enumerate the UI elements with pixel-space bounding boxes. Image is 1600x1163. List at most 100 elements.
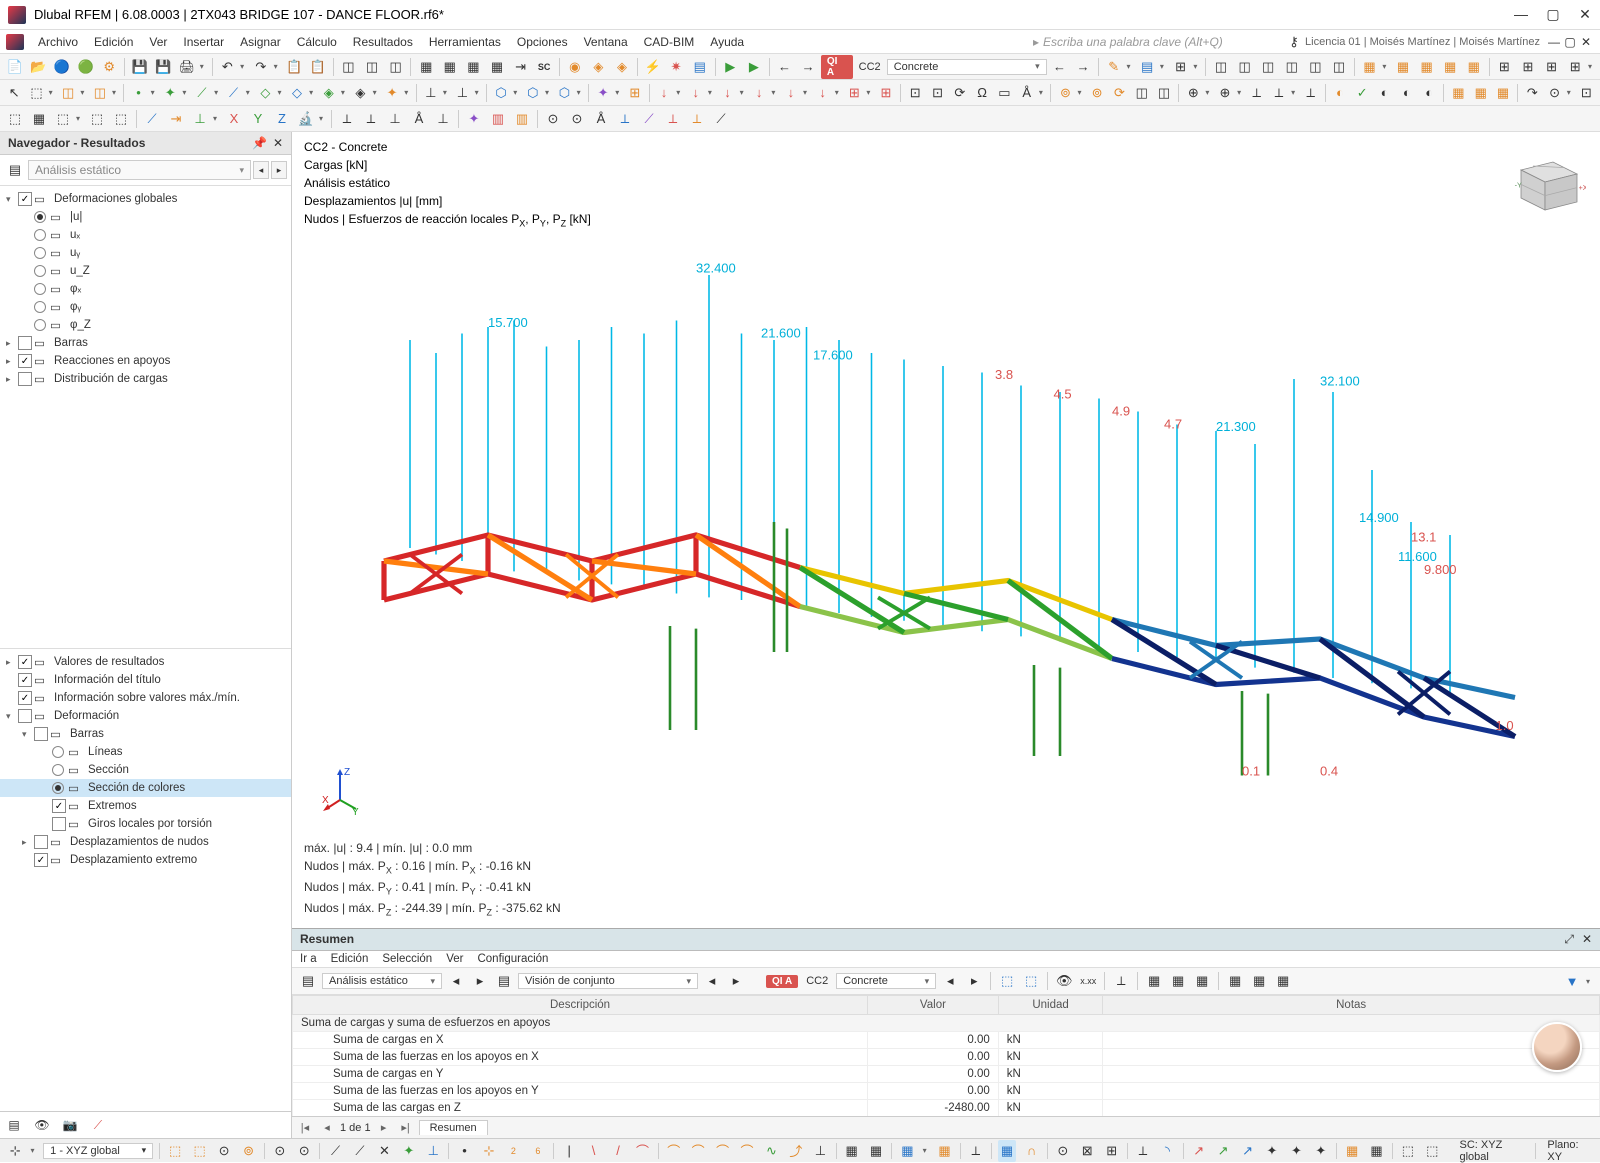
tb2-b-icon[interactable]: ⬚ bbox=[26, 82, 46, 104]
tb1-v-icon[interactable]: ◫ bbox=[1257, 56, 1279, 78]
menu-archivo[interactable]: Archivo bbox=[30, 35, 86, 49]
sb-m-icon[interactable]: ⊹ bbox=[480, 1140, 498, 1162]
tb3-i-icon[interactable]: ⟂ bbox=[336, 108, 358, 130]
tb1-zc-icon[interactable]: ⊞ bbox=[1541, 56, 1563, 78]
nav-filter-icon[interactable]: ▤ bbox=[4, 159, 26, 181]
tb1-next2-icon[interactable]: → bbox=[1072, 56, 1094, 78]
table-row[interactable]: Suma de las cargas en Z-2480.00kN bbox=[293, 1100, 1600, 1117]
tb3-w-icon[interactable]: ⟂ bbox=[686, 108, 708, 130]
tb2-zb-icon[interactable]: ⊞ bbox=[876, 82, 896, 104]
tb2-r-icon[interactable]: ⬡ bbox=[554, 82, 574, 104]
nav-bottom-4-icon[interactable]: ⟋ bbox=[88, 1116, 108, 1134]
tb2-q-icon[interactable]: ⬡ bbox=[523, 82, 543, 104]
tb2-zd-icon[interactable]: ⊡ bbox=[927, 82, 947, 104]
tb3-x-icon[interactable]: X bbox=[223, 108, 245, 130]
sb-b-icon[interactable]: ⬚ bbox=[190, 1140, 208, 1162]
tb1-c-icon[interactable]: ◫ bbox=[385, 56, 407, 78]
tree-item[interactable]: ▭uᵧ bbox=[0, 244, 291, 262]
menu-opciones[interactable]: Opciones bbox=[509, 35, 576, 49]
summary-menu-edicion[interactable]: Edición bbox=[331, 953, 369, 965]
tb2-zc-icon[interactable]: ⊡ bbox=[905, 82, 925, 104]
tb2-d-icon[interactable]: ◫ bbox=[90, 82, 110, 104]
settings-icon[interactable]: ⚙ bbox=[98, 56, 120, 78]
sb-za-icon[interactable]: ▦ bbox=[842, 1140, 860, 1162]
sum-next1-icon[interactable]: ▸ bbox=[470, 971, 490, 991]
sb-zh-icon[interactable]: ⊙ bbox=[1054, 1140, 1072, 1162]
menu-calculo[interactable]: Cálculo bbox=[289, 35, 345, 49]
sb-zu-icon[interactable]: ⬚ bbox=[1399, 1140, 1417, 1162]
tb3-o-icon[interactable]: ▥ bbox=[487, 108, 509, 130]
doc-close-button[interactable]: ✕ bbox=[1578, 35, 1594, 49]
tb1-p-icon[interactable]: ▶ bbox=[743, 56, 765, 78]
tb1-f-icon[interactable]: ▦ bbox=[463, 56, 485, 78]
tb2-z-icon[interactable]: ↓ bbox=[812, 82, 832, 104]
tb1-a-icon[interactable]: ◫ bbox=[338, 56, 360, 78]
sb-zk-icon[interactable]: ⟂ bbox=[1134, 1140, 1152, 1162]
tb2-zw-icon[interactable]: ◐ bbox=[1419, 82, 1439, 104]
tb2-zg-icon[interactable]: ▭ bbox=[994, 82, 1014, 104]
tb1-z3-icon[interactable]: ▦ bbox=[1439, 56, 1461, 78]
tb3-p-icon[interactable]: ▥ bbox=[511, 108, 533, 130]
nav-bottom-eye-icon[interactable]: 👁 bbox=[32, 1116, 52, 1134]
tb2-zm-icon[interactable]: ◫ bbox=[1154, 82, 1174, 104]
minimize-button[interactable]: — bbox=[1514, 6, 1528, 23]
tb2-i-icon[interactable]: ◇ bbox=[255, 82, 275, 104]
sum-t6-icon[interactable]: x.xx bbox=[1078, 971, 1098, 991]
tb1-next-icon[interactable]: → bbox=[797, 56, 819, 78]
summary-view-combo[interactable]: Visión de conjunto▾ bbox=[518, 973, 698, 989]
summary-menu-ira[interactable]: Ir a bbox=[300, 953, 317, 965]
tb3-l-icon[interactable]: Å bbox=[408, 108, 430, 130]
summary-menu-config[interactable]: Configuración bbox=[477, 953, 548, 965]
sb-u-icon[interactable]: ⌒ bbox=[689, 1140, 707, 1162]
tree-item[interactable]: ▭uₓ bbox=[0, 226, 291, 244]
sum-t13-icon[interactable]: ▦ bbox=[1273, 971, 1293, 991]
refresh-icon[interactable]: 🔵 bbox=[51, 56, 73, 78]
tb1-w-icon[interactable]: ◫ bbox=[1281, 56, 1303, 78]
tb2-w-icon[interactable]: ↓ bbox=[717, 82, 737, 104]
navigator-tree-top[interactable]: ▾▭Deformaciones globales▭|u|▭uₓ▭uᵧ▭u_Z▭φ… bbox=[0, 186, 291, 648]
tb3-v-icon[interactable]: ⟂ bbox=[662, 108, 684, 130]
doc-min-button[interactable]: — bbox=[1546, 35, 1562, 49]
tb3-j-icon[interactable]: ⟂ bbox=[360, 108, 382, 130]
sb-j-icon[interactable]: ✦ bbox=[400, 1140, 418, 1162]
menu-ventana[interactable]: Ventana bbox=[576, 35, 636, 49]
tb1-e-icon[interactable]: ▦ bbox=[439, 56, 461, 78]
tree-item[interactable]: ▭φₓ bbox=[0, 280, 291, 298]
tb2-k-icon[interactable]: ◈ bbox=[319, 82, 339, 104]
sum-page-prev-icon[interactable]: ◂ bbox=[318, 1121, 336, 1134]
license-icon[interactable]: ⚷ bbox=[1283, 31, 1305, 53]
navigator-close-icon[interactable]: ✕ bbox=[273, 136, 283, 150]
tb3-a-icon[interactable]: ⬚ bbox=[4, 108, 26, 130]
sum-t4-icon[interactable]: ⬚ bbox=[1021, 971, 1041, 991]
sum-t3-icon[interactable]: ⬚ bbox=[997, 971, 1017, 991]
sb-zo-icon[interactable]: ↗ bbox=[1238, 1140, 1256, 1162]
tb2-s-icon[interactable]: ✦ bbox=[593, 82, 613, 104]
sb-n-icon[interactable]: 2 bbox=[504, 1140, 522, 1162]
new-icon[interactable]: 📄 bbox=[4, 56, 26, 78]
viewport-3d[interactable]: CC2 - Concrete Cargas [kN] Análisis está… bbox=[292, 132, 1600, 928]
model-icon[interactable]: 🟢 bbox=[75, 56, 97, 78]
tb3-s-icon[interactable]: Å bbox=[590, 108, 612, 130]
menu-resultados[interactable]: Resultados bbox=[345, 35, 421, 49]
sb-zc-icon[interactable]: ▦ bbox=[898, 1140, 916, 1162]
navigator-analysis-combo[interactable]: Análisis estático▾ bbox=[28, 160, 251, 180]
tb2-t-icon[interactable]: ⊞ bbox=[625, 82, 645, 104]
sb-zg-icon[interactable]: ∩ bbox=[1022, 1140, 1040, 1162]
nav-prev-button[interactable]: ◂ bbox=[253, 161, 269, 179]
tb2-x-icon[interactable]: ↓ bbox=[749, 82, 769, 104]
tb2-za-icon[interactable]: ⊞ bbox=[844, 82, 864, 104]
tree-item[interactable]: ▭|u| bbox=[0, 208, 291, 226]
badge-qia[interactable]: QI A bbox=[821, 55, 853, 79]
tb2-zn-icon[interactable]: ⊕ bbox=[1183, 82, 1203, 104]
sb-zp-icon[interactable]: ✦ bbox=[1263, 1140, 1281, 1162]
tb2-zz-icon[interactable]: ▦ bbox=[1493, 82, 1513, 104]
tb3-k-icon[interactable]: ⊥ bbox=[384, 108, 406, 130]
navigator-tree-bottom[interactable]: ▸▭Valores de resultados▭Información del … bbox=[0, 648, 291, 1111]
sum-t11-icon[interactable]: ▦ bbox=[1225, 971, 1245, 991]
tb2-o-icon[interactable]: ⊥ bbox=[452, 82, 472, 104]
tree-item[interactable]: ▭Extremos bbox=[0, 797, 291, 815]
tb1-j-icon[interactable]: ◈ bbox=[588, 56, 610, 78]
tb3-z-icon[interactable]: Z bbox=[271, 108, 293, 130]
tb2-end2-icon[interactable]: ⊙ bbox=[1544, 82, 1564, 104]
tb2-zv-icon[interactable]: ◐ bbox=[1397, 82, 1417, 104]
